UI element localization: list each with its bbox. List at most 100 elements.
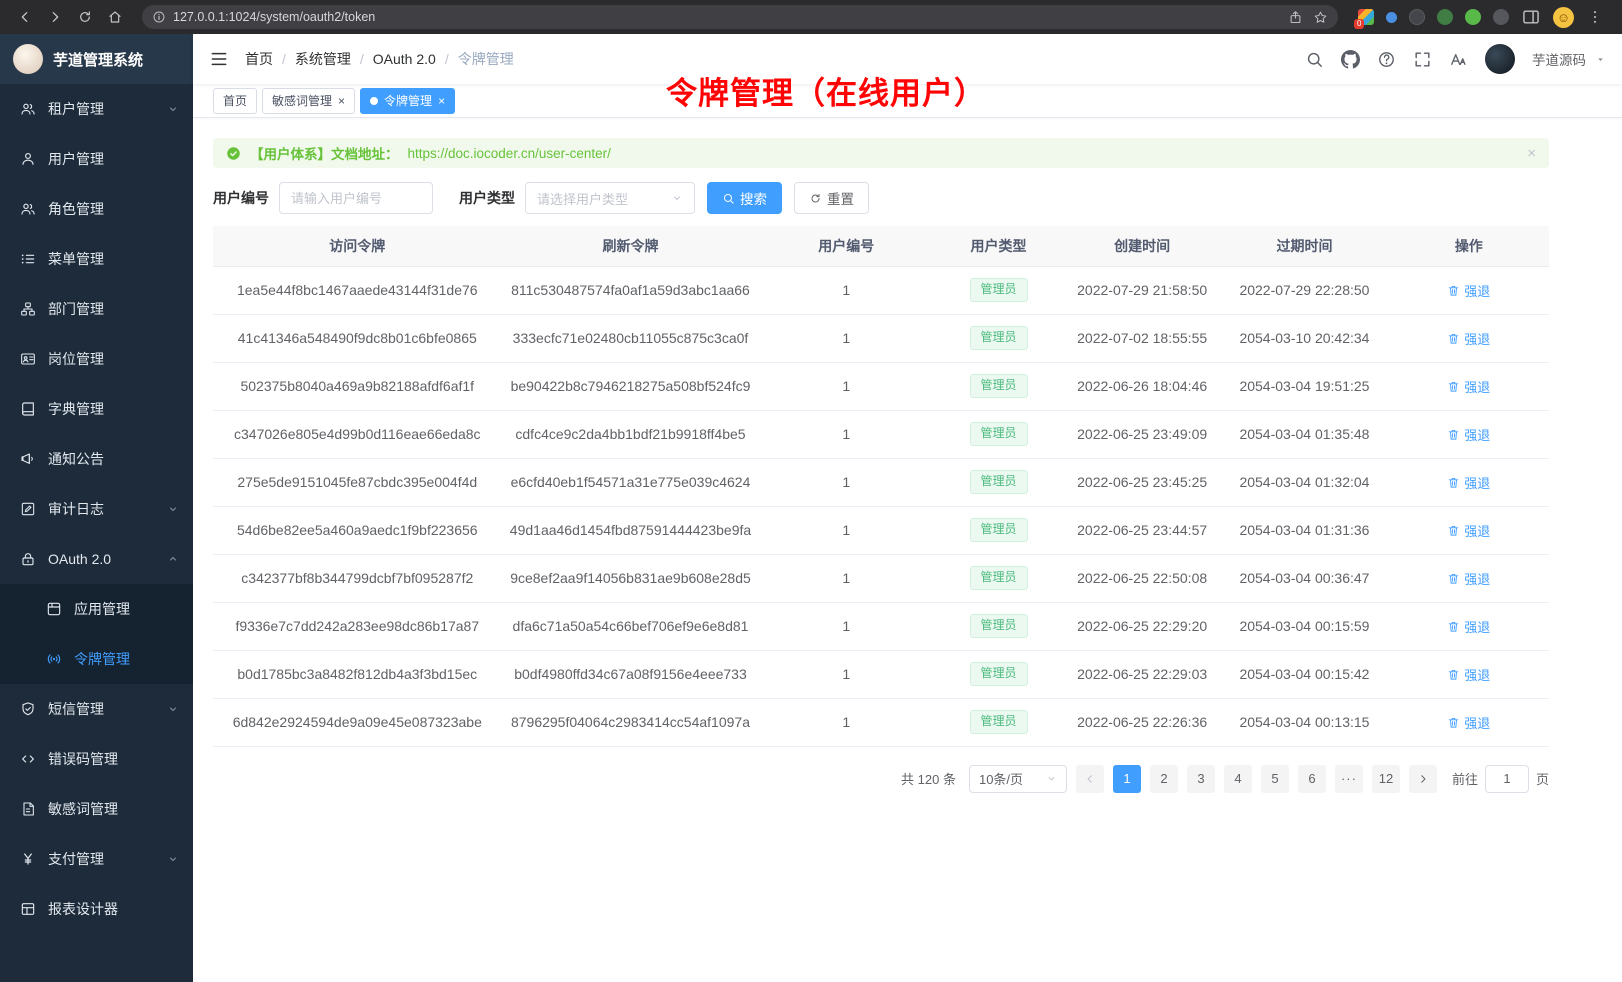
user-type-tag: 管理员	[970, 710, 1028, 734]
user-type-select[interactable]: 请选择用户类型	[525, 182, 695, 214]
sidebar-item-pay-management[interactable]: 支付管理	[0, 834, 193, 884]
extension-dark2-icon[interactable]	[1493, 9, 1509, 25]
sidebar-item-tenant-management[interactable]: 租户管理	[0, 84, 193, 134]
page-button-1[interactable]: 1	[1113, 765, 1141, 793]
share-icon[interactable]	[1288, 10, 1303, 25]
sidebar-item-oauth2[interactable]: OAuth 2.0	[0, 534, 193, 584]
sidebar-item-sensitive-word-management[interactable]: 敏感词管理	[0, 784, 193, 834]
force-logout-button[interactable]: 强退	[1447, 377, 1490, 396]
sidebar-toggle-icon[interactable]	[209, 49, 229, 69]
sidebar-item-menu-management[interactable]: 菜单管理	[0, 234, 193, 284]
sidebar-item-sms-management[interactable]: 短信管理	[0, 684, 193, 734]
sidebar-item-label: 角色管理	[48, 199, 104, 219]
github-icon[interactable]	[1341, 50, 1360, 69]
force-logout-button[interactable]: 强退	[1447, 569, 1490, 588]
force-logout-button[interactable]: 强退	[1447, 425, 1490, 444]
reset-button[interactable]: 重置	[794, 182, 869, 214]
page-button-3[interactable]: 3	[1187, 765, 1215, 793]
user-id-input[interactable]	[279, 182, 433, 214]
breadcrumb-separator: /	[282, 51, 286, 67]
extension-pixel-icon[interactable]: 0	[1358, 9, 1374, 25]
sidebar-item-report-designer[interactable]: 报表设计器	[0, 884, 193, 934]
sidebar-item-audit-log[interactable]: 审计日志	[0, 484, 193, 534]
browser-forward-button[interactable]	[42, 4, 68, 30]
page-button-6[interactable]: 6	[1298, 765, 1326, 793]
breadcrumb: 首页/系统管理/OAuth 2.0/令牌管理	[245, 49, 514, 69]
extension-green-icon[interactable]	[1437, 9, 1453, 25]
sidebar-item-oauth2-token-management[interactable]: 令牌管理	[0, 634, 193, 684]
force-logout-button[interactable]: 强退	[1447, 713, 1490, 732]
close-icon[interactable]: ×	[338, 95, 345, 107]
close-icon[interactable]: ×	[1527, 145, 1536, 162]
browser-profile-avatar[interactable]: ☺	[1553, 7, 1574, 28]
cell-refresh-token: cdfc4ce9c2da4bb1bdf21b9918ff4be5	[502, 410, 760, 458]
cell-expire-time: 2054-03-04 00:13:15	[1220, 698, 1388, 746]
doc-link[interactable]: https://doc.iocoder.cn/user-center/	[408, 146, 611, 161]
breadcrumb-item[interactable]: 首页	[245, 49, 273, 69]
extension-dark-icon[interactable]	[1409, 9, 1425, 25]
browser-menu-icon[interactable]	[1586, 8, 1604, 26]
user-name[interactable]: 芋道源码	[1532, 49, 1586, 69]
tab-1[interactable]: 敏感词管理×	[262, 88, 355, 114]
goto-page-input[interactable]	[1485, 765, 1529, 793]
column-header: 访问令牌	[213, 226, 502, 266]
sidebar-item-label: 菜单管理	[48, 249, 104, 269]
force-logout-label: 强退	[1464, 377, 1490, 396]
sidebar-item-role-management[interactable]: 角色管理	[0, 184, 193, 234]
user-type-tag: 管理员	[970, 614, 1028, 638]
sidebar-item-oauth2-app-management[interactable]: 应用管理	[0, 584, 193, 634]
url-text[interactable]: 127.0.0.1:1024/system/oauth2/token	[173, 10, 375, 24]
browser-refresh-button[interactable]	[72, 4, 98, 30]
close-icon[interactable]: ×	[438, 95, 445, 107]
page-size-select[interactable]: 10条/页	[969, 765, 1067, 793]
force-logout-button[interactable]: 强退	[1447, 473, 1490, 492]
sidebar-item-error-code-management[interactable]: 错误码管理	[0, 734, 193, 784]
extension-blue-icon[interactable]	[1386, 12, 1397, 23]
sidebar-item-notice-management[interactable]: 通知公告	[0, 434, 193, 484]
page-ellipsis[interactable]: ···	[1335, 765, 1363, 793]
force-logout-button[interactable]: 强退	[1447, 521, 1490, 540]
page-button-12[interactable]: 12	[1372, 765, 1400, 793]
fullscreen-icon[interactable]	[1413, 50, 1432, 69]
breadcrumb-item[interactable]: OAuth 2.0	[373, 51, 436, 67]
browser-home-button[interactable]	[102, 4, 128, 30]
breadcrumb-item[interactable]: 系统管理	[295, 49, 351, 69]
app-logo[interactable]: 芋道管理系统	[0, 34, 193, 84]
page-button-4[interactable]: 4	[1224, 765, 1252, 793]
bookmark-star-icon[interactable]	[1313, 10, 1328, 25]
check-circle-icon	[226, 146, 241, 161]
help-icon[interactable]	[1377, 50, 1396, 69]
page-button-2[interactable]: 2	[1150, 765, 1178, 793]
extension-puzzle-icon[interactable]	[1465, 9, 1481, 25]
prev-page-button[interactable]	[1076, 765, 1104, 793]
sidebar-item-post-management[interactable]: 岗位管理	[0, 334, 193, 384]
site-info-icon[interactable]	[152, 10, 166, 24]
font-size-icon[interactable]	[1449, 50, 1468, 69]
page-button-5[interactable]: 5	[1261, 765, 1289, 793]
force-logout-button[interactable]: 强退	[1447, 617, 1490, 636]
force-logout-button[interactable]: 强退	[1447, 281, 1490, 300]
search-icon[interactable]	[1305, 50, 1324, 69]
address-bar[interactable]: 127.0.0.1:1024/system/oauth2/token	[142, 5, 1338, 29]
next-page-button[interactable]	[1409, 765, 1437, 793]
tab-0[interactable]: 首页	[213, 88, 257, 114]
tab-2[interactable]: 令牌管理×	[360, 88, 455, 114]
sidebar-item-dict-management[interactable]: 字典管理	[0, 384, 193, 434]
cell-expire-time: 2022-07-29 22:28:50	[1220, 266, 1388, 314]
trash-icon	[1447, 332, 1460, 345]
cell-actions: 强退	[1389, 266, 1549, 314]
table-row: c347026e805e4d99b0d116eae66eda8ccdfc4ce9…	[213, 410, 1549, 458]
user-avatar[interactable]	[1485, 44, 1515, 74]
force-logout-button[interactable]: 强退	[1447, 329, 1490, 348]
force-logout-button[interactable]: 强退	[1447, 665, 1490, 684]
chevron-down-icon[interactable]	[1595, 54, 1606, 65]
table-row: 502375b8040a469a9b82188afdf6af1fbe90422b…	[213, 362, 1549, 410]
chevron-down-icon	[167, 503, 179, 515]
search-button[interactable]: 搜索	[707, 182, 782, 214]
sidebar-item-user-management[interactable]: 用户管理	[0, 134, 193, 184]
sidebar-item-dept-management[interactable]: 部门管理	[0, 284, 193, 334]
sidebar-item-label: 支付管理	[48, 849, 104, 869]
cell-created-time: 2022-06-25 23:45:25	[1064, 458, 1220, 506]
browser-back-button[interactable]	[12, 4, 38, 30]
side-panel-icon[interactable]	[1521, 7, 1541, 27]
